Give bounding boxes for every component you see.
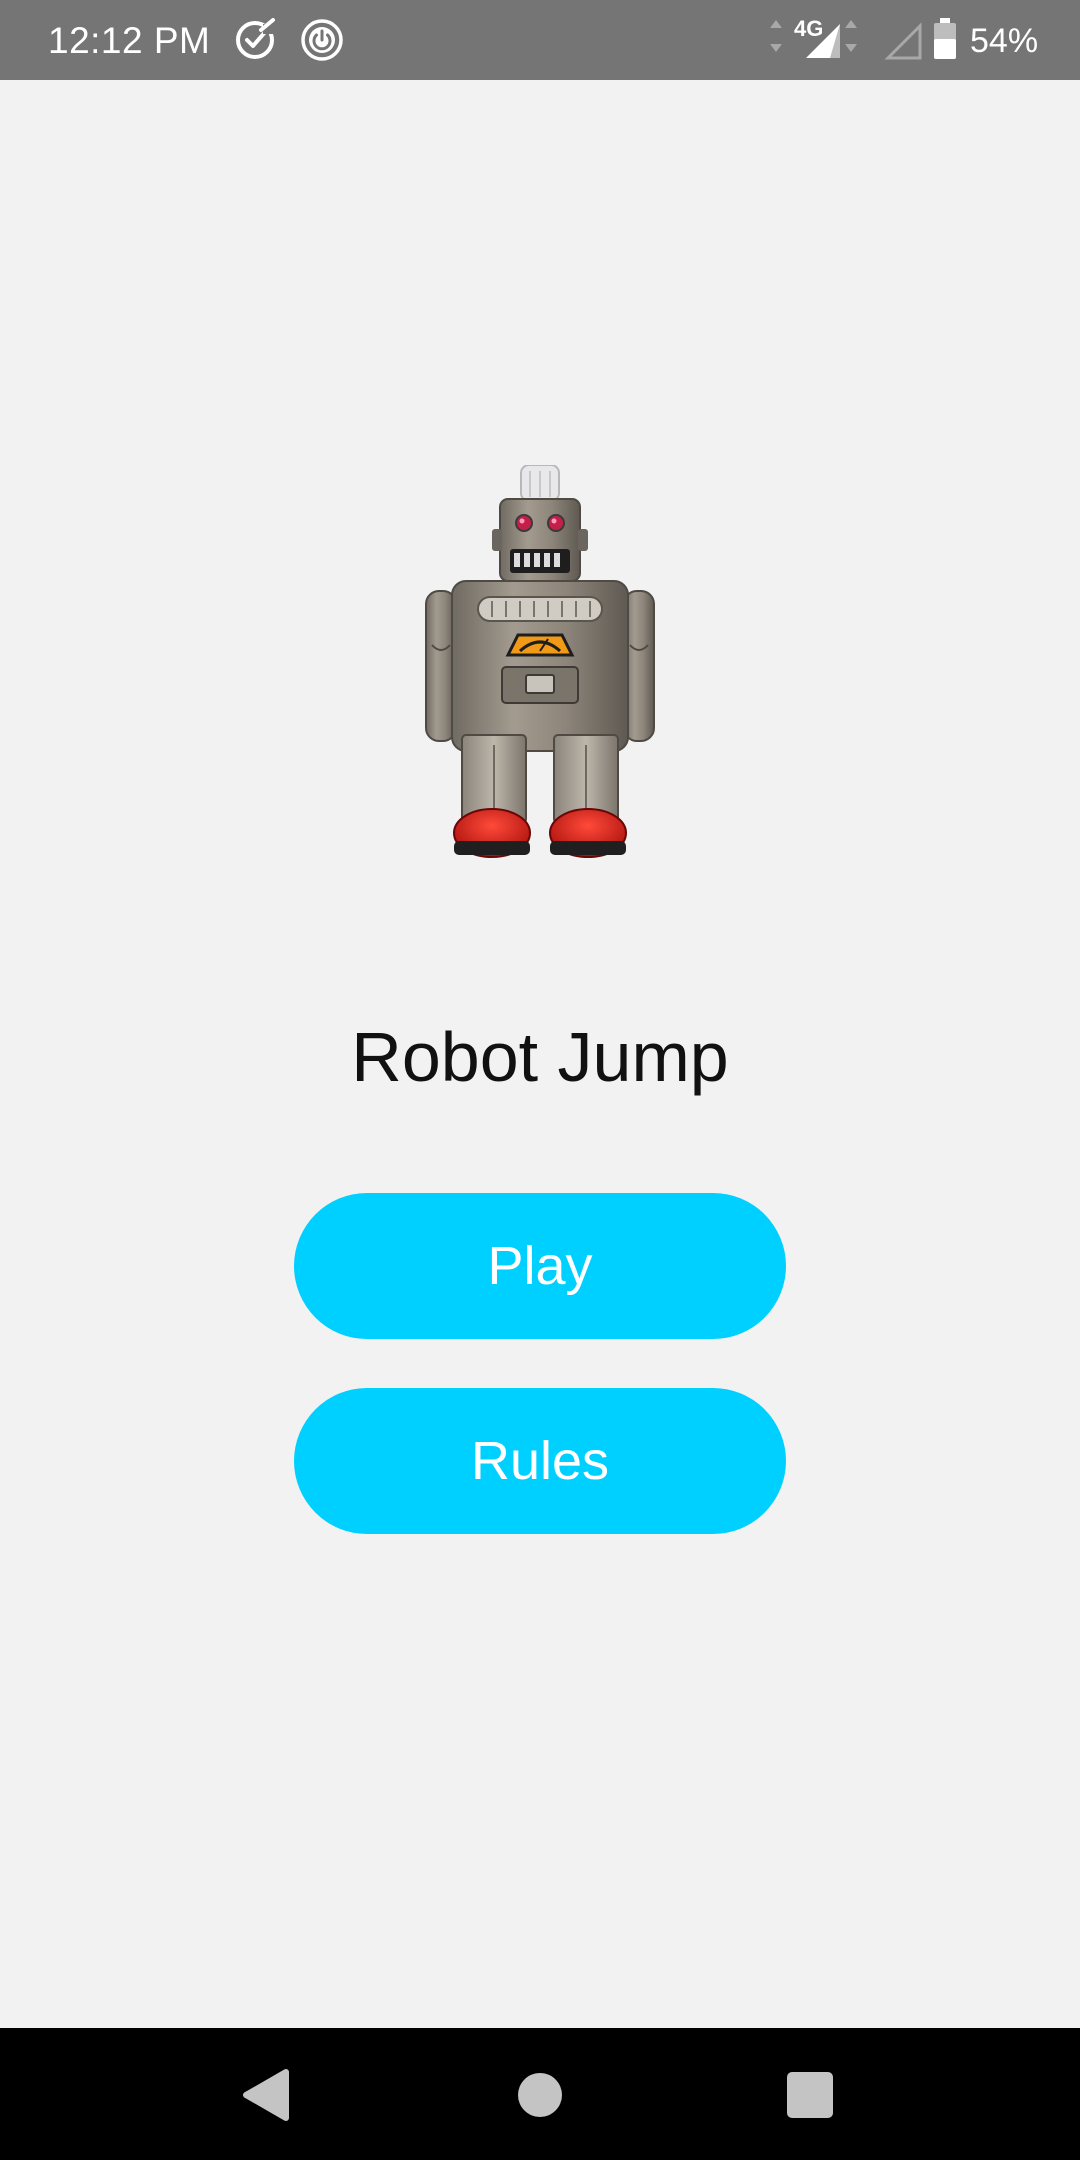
- navigation-bar: [0, 2028, 1080, 2160]
- rules-button[interactable]: Rules: [294, 1388, 786, 1534]
- app-title: Robot Jump: [351, 1018, 729, 1096]
- network-type-label: 4G: [794, 16, 823, 41]
- power-icon: [301, 19, 343, 61]
- network-4g-icon: 4G: [770, 16, 857, 58]
- home-icon[interactable]: [505, 2060, 575, 2130]
- back-icon[interactable]: [232, 2060, 302, 2130]
- battery-icon: [934, 18, 956, 59]
- battery-percent: 54%: [970, 22, 1039, 60]
- status-bar: 12:12 PM 4G 54%: [0, 0, 1080, 80]
- play-button[interactable]: Play: [294, 1193, 786, 1339]
- recents-icon[interactable]: [775, 2060, 845, 2130]
- status-time: 12:12 PM: [48, 20, 211, 61]
- check-circle-icon: [236, 18, 275, 59]
- main-content: Robot Jump: [0, 80, 1080, 2028]
- robot-image: [425, 465, 655, 858]
- signal-icon: [884, 22, 922, 60]
